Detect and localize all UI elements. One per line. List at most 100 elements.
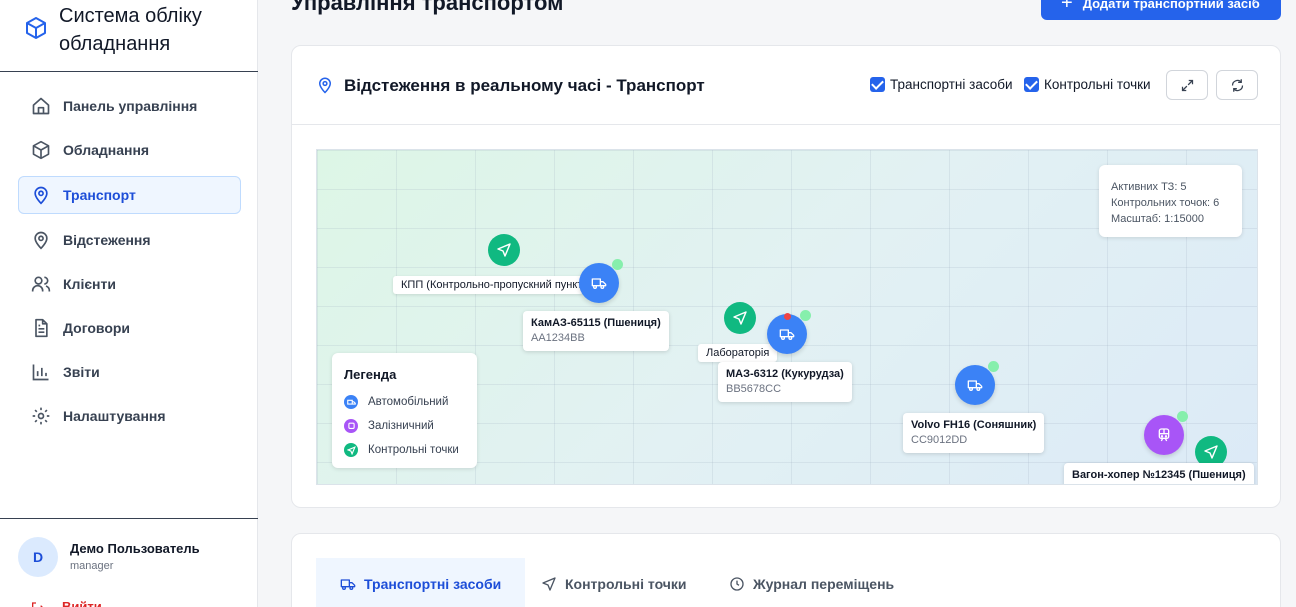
home-icon [32, 97, 50, 115]
tracking-card: Відстеження в реальному часі - Транспорт… [291, 45, 1281, 508]
expand-icon [1181, 79, 1193, 91]
vehicle-name: КамАЗ-65115 (Пшениця) [531, 317, 661, 329]
sidebar-item-label: Панель управління [63, 98, 198, 114]
brand: Система обліку обладнання [0, 0, 258, 72]
logout-label: Вийти [62, 599, 102, 607]
navigation-icon [344, 443, 358, 457]
legend-item-checkpoints: Контрольні точки [344, 438, 477, 462]
vehicle-name: Volvo FH16 (Соняшник) [911, 419, 1037, 431]
map-pin-icon [34, 231, 48, 250]
logout-button[interactable]: Вийти [30, 599, 102, 607]
gear-icon [32, 407, 50, 425]
vehicle-label: Volvo FH16 (Соняшник) CC9012DD [903, 413, 1045, 453]
checkbox-checked-icon [1024, 77, 1039, 92]
tab-label: Контрольні точки [565, 576, 687, 592]
truck-icon [967, 380, 983, 391]
vehicle-label: Вагон-хопер №12345 (Пшениця) [1064, 463, 1254, 484]
checkpoint-label-kpp: КПП (Контрольно-пропускний пункт) [393, 276, 583, 294]
tracking-title: Відстеження в реальному часі - Транспорт [344, 76, 705, 95]
refresh-icon [1231, 78, 1243, 92]
alert-dot [784, 313, 791, 320]
vehicle-marker[interactable] [579, 263, 619, 303]
navigation-icon [1204, 445, 1218, 459]
checkbox-checked-icon [870, 77, 885, 92]
sidebar-item-equipment[interactable]: Обладнання [18, 131, 241, 169]
avatar[interactable]: D [18, 537, 58, 577]
sidebar-item-label: Клієнти [63, 276, 116, 292]
truck-icon [591, 278, 607, 289]
sidebar-item-label: Відстеження [63, 232, 151, 248]
online-status-dot [988, 361, 999, 372]
tab-checkpoints[interactable]: Контрольні точки [541, 558, 687, 607]
user-role: manager [70, 560, 114, 572]
tab-label: Транспортні засоби [364, 576, 502, 592]
active-vehicles-count: Активних ТЗ: 5 [1111, 181, 1187, 193]
plus-icon: + [1061, 0, 1073, 14]
sidebar-item-tracking[interactable]: Відстеження [18, 221, 241, 259]
legend-label: Автомобільний [368, 396, 449, 408]
legend-item-auto: Автомобільний [344, 390, 477, 414]
vehicle-plate: AA1234BB [531, 332, 585, 344]
map-stats-panel: Активних ТЗ: 5 Контрольних точок: 6 Масш… [1099, 165, 1242, 237]
online-status-dot [800, 310, 811, 321]
legend-title: Легенда [344, 367, 397, 382]
logout-icon [32, 602, 43, 607]
bar-chart-icon [32, 364, 49, 381]
legend-label: Контрольні точки [368, 444, 459, 456]
tab-movement-log[interactable]: Журнал переміщень [729, 558, 894, 607]
navigation-icon [497, 243, 511, 257]
refresh-button[interactable] [1216, 70, 1258, 100]
clock-icon [730, 577, 744, 591]
vehicle-marker[interactable] [767, 314, 807, 354]
map-pin-icon [318, 77, 332, 94]
add-vehicle-button[interactable]: + Додати транспортний засіб [1041, 0, 1281, 20]
sidebar-item-settings[interactable]: Налаштування [18, 397, 241, 435]
online-status-dot [1177, 411, 1188, 422]
sidebar-item-clients[interactable]: Клієнти [18, 265, 241, 303]
add-vehicle-label: Додати транспортний засіб [1082, 0, 1260, 11]
vehicle-name: МАЗ-6312 (Кукурудза) [726, 368, 844, 380]
train-icon [344, 419, 358, 433]
document-icon [35, 318, 48, 338]
users-icon [31, 276, 51, 292]
page-title: Управління транспортом [291, 0, 564, 15]
checkpoints-filter-checkbox[interactable]: Контрольні точки [1024, 77, 1151, 92]
box-icon [32, 140, 50, 160]
tracking-card-header: Відстеження в реальному часі - Транспорт… [292, 46, 1280, 125]
sidebar-item-dashboard[interactable]: Панель управління [18, 87, 241, 125]
vehicle-label: КамАЗ-65115 (Пшениця) AA1234BB [523, 311, 669, 351]
online-status-dot [612, 259, 623, 270]
tabs-card: Транспортні засоби Контрольні точки Журн… [291, 533, 1281, 607]
sidebar: Система обліку обладнання Панель управлі… [0, 0, 258, 607]
checkpoints-count: Контрольних точок: 6 [1111, 197, 1220, 209]
sidebar-item-transport[interactable]: Транспорт [18, 176, 241, 214]
checkpoint-marker[interactable] [488, 234, 520, 266]
sidebar-item-label: Налаштування [63, 408, 166, 424]
sidebar-item-label: Звіти [63, 364, 100, 380]
checkpoint-marker[interactable] [724, 302, 756, 334]
tracking-map[interactable]: Активних ТЗ: 5 Контрольних точок: 6 Масш… [316, 149, 1258, 485]
checkpoint-label-lab: Лабораторія [698, 344, 778, 362]
vehicles-filter-checkbox[interactable]: Транспортні засоби [870, 77, 1013, 92]
truck-icon [344, 395, 358, 409]
truck-icon [340, 579, 356, 590]
cube-logo-icon [26, 17, 46, 39]
sidebar-item-reports[interactable]: Звіти [18, 353, 241, 391]
vehicle-label: МАЗ-6312 (Кукурудза) BB5678CC [718, 362, 852, 402]
vehicle-plate: BB5678CC [726, 383, 782, 395]
vehicles-filter-label: Транспортні засоби [890, 77, 1013, 92]
user-name: Демо Пользователь [70, 541, 200, 556]
fullscreen-button[interactable] [1166, 70, 1208, 100]
app-title: Система обліку обладнання [59, 5, 202, 55]
sidebar-item-label: Договори [63, 320, 131, 336]
sidebar-item-contracts[interactable]: Договори [18, 309, 241, 347]
sidebar-item-label: Обладнання [63, 142, 150, 158]
map-legend: Легенда Автомобільний Залізничний Контро… [332, 353, 477, 468]
tab-vehicles[interactable]: Транспортні засоби [316, 558, 526, 607]
truck-icon [779, 329, 795, 340]
train-icon [1158, 428, 1170, 442]
vehicle-marker[interactable] [955, 365, 995, 405]
tab-label: Журнал переміщень [753, 576, 895, 592]
vehicle-plate: CC9012DD [911, 434, 968, 446]
rail-wagon-marker[interactable] [1144, 415, 1184, 455]
